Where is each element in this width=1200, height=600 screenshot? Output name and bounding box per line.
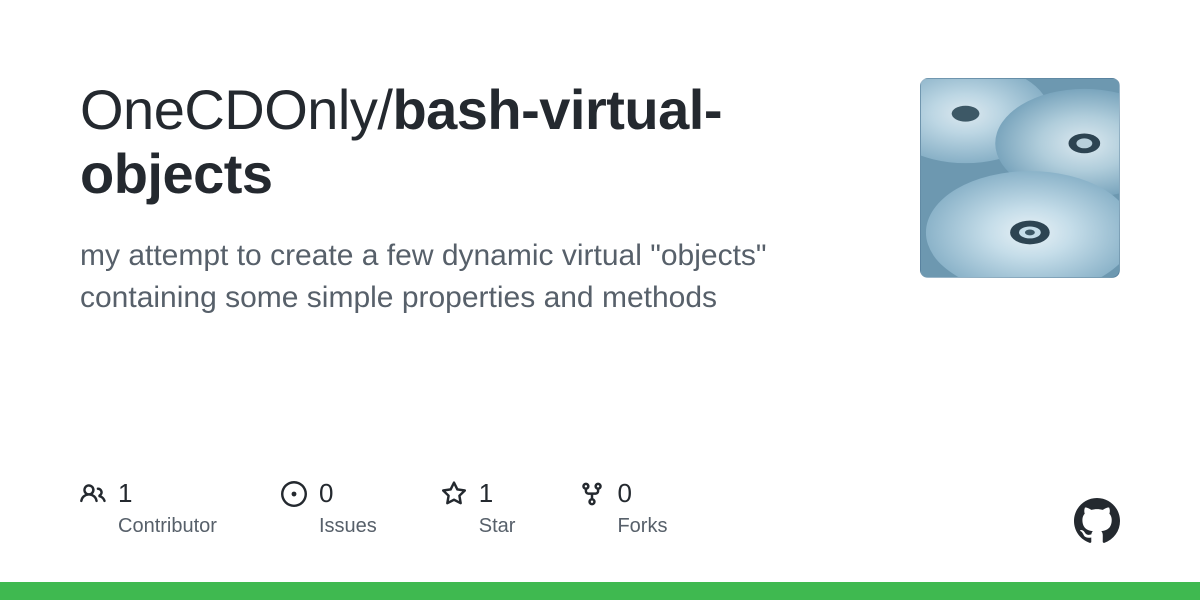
contributors-label: Contributor <box>80 515 217 538</box>
stars-label: Star <box>441 515 516 538</box>
title-separator: / <box>377 78 392 141</box>
accent-bar <box>0 582 1200 600</box>
forks-label: Forks <box>579 515 667 538</box>
repo-stats: 1 Contributor 0 Issues 1 Star 0 Forks <box>80 478 667 538</box>
stat-issues: 0 Issues <box>281 478 377 538</box>
repo-title: OneCDOnly/bash-virtual-objects <box>80 78 840 207</box>
owner-name: OneCDOnly <box>80 78 377 141</box>
repo-description: my attempt to create a few dynamic virtu… <box>80 235 870 319</box>
forks-count: 0 <box>617 478 631 509</box>
stat-stars: 1 Star <box>441 478 516 538</box>
fork-icon <box>579 481 605 507</box>
stat-forks: 0 Forks <box>579 478 667 538</box>
repo-avatar <box>920 78 1120 278</box>
stars-count: 1 <box>479 478 493 509</box>
issues-icon <box>281 481 307 507</box>
stat-contributors: 1 Contributor <box>80 478 217 538</box>
contributors-icon <box>80 481 106 507</box>
issues-label: Issues <box>281 515 377 538</box>
cd-disc-icon <box>921 79 1119 277</box>
contributors-count: 1 <box>118 478 132 509</box>
github-logo-icon <box>1074 498 1120 544</box>
issues-count: 0 <box>319 478 333 509</box>
star-icon <box>441 481 467 507</box>
